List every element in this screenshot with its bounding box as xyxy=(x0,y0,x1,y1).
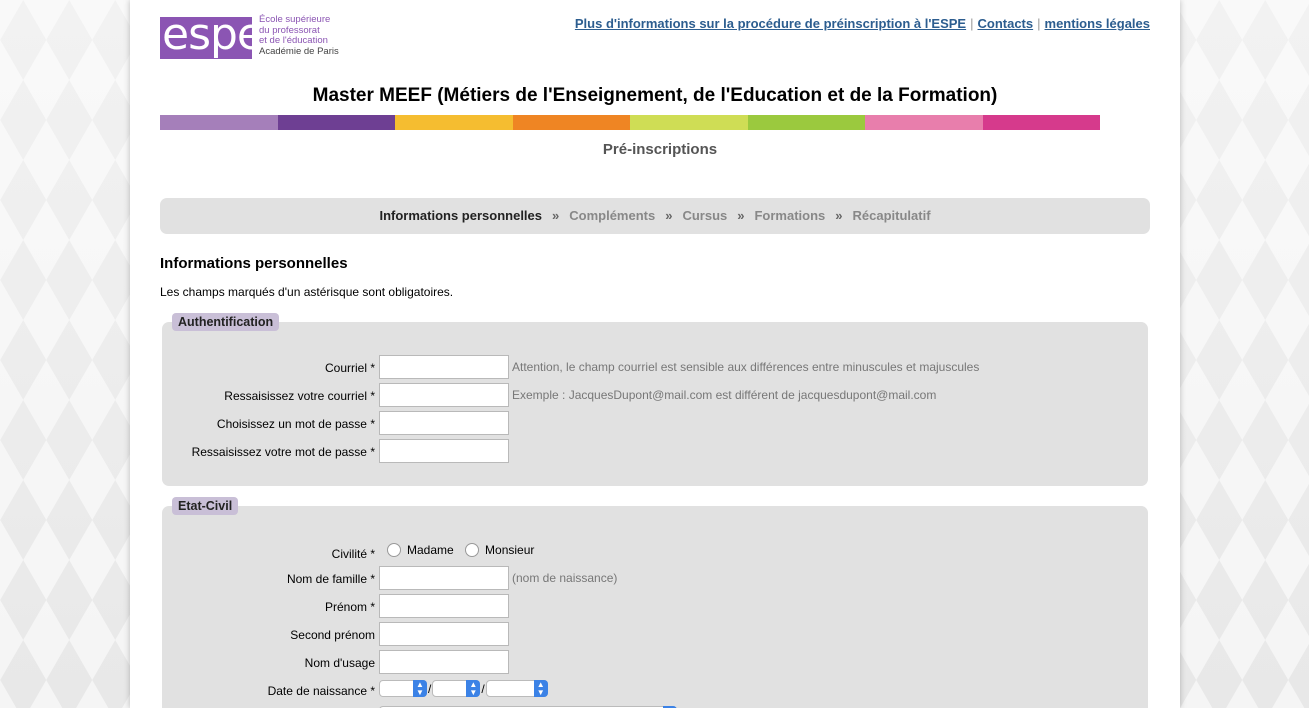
chevron-updown-icon: ▲ ▼ xyxy=(466,680,481,697)
logo-line-1: École supérieure xyxy=(259,14,331,25)
family-name-hint: (nom de naissance) xyxy=(512,571,618,585)
password-confirm-row: Ressaisissez votre mot de passe * xyxy=(162,439,1148,463)
logo-text: École supérieure du professorat et de l'… xyxy=(259,14,359,57)
madame-label[interactable]: Madame xyxy=(407,543,454,557)
color-bar-segment xyxy=(277,115,395,130)
step-separator: » xyxy=(835,208,843,223)
email-confirm-hint: Exemple : JacquesDupont@mail.com est dif… xyxy=(512,388,937,402)
step-breadcrumb: Informations personnelles » Compléments » Cu… xyxy=(160,198,1150,234)
family-name-row: Nom de famille * (nom de naissance) xyxy=(162,566,1148,590)
color-bar-segment xyxy=(630,115,748,130)
usage-name-label: Nom d'usage xyxy=(304,656,375,670)
authentication-fieldset: Authentification Courriel * Attention, l… xyxy=(162,313,1148,486)
usage-name-row: Nom d'usage xyxy=(162,650,1148,674)
chevron-updown-icon: ▲ ▼ xyxy=(533,680,548,697)
logo-line-3: et de l'éducation xyxy=(259,35,328,46)
birth-year-select[interactable]: ▲ ▼ xyxy=(485,680,548,697)
section-title: Informations personnelles xyxy=(160,255,348,272)
page-container: espe École supérieure du professorat et … xyxy=(130,0,1180,708)
email-label: Courriel * xyxy=(324,361,375,375)
step-complements: Compléments xyxy=(569,208,656,223)
color-bar-segment xyxy=(512,115,630,130)
monsieur-label[interactable]: Monsieur xyxy=(485,543,534,557)
usage-name-field[interactable] xyxy=(379,650,509,674)
info-link[interactable]: Plus d'informations sur la procédure de … xyxy=(575,16,966,31)
color-bar xyxy=(160,115,1100,130)
birth-date-row: Date de naissance * ▲ ▼ / ▲ ▼ / ▲ ▼ xyxy=(162,678,1148,702)
link-separator: | xyxy=(1037,16,1041,31)
civil-status-legend: Etat-Civil xyxy=(172,497,239,515)
date-separator: / xyxy=(481,681,485,696)
birth-date-selects: ▲ ▼ / ▲ ▼ / ▲ ▼ xyxy=(379,680,548,697)
logo-academy: Académie de Paris xyxy=(259,45,339,57)
family-name-field[interactable] xyxy=(379,566,509,590)
password-confirm-label: Ressaisissez votre mot de passe * xyxy=(191,445,375,459)
birth-month-select[interactable]: ▲ ▼ xyxy=(432,680,481,697)
color-bar-segment xyxy=(160,115,278,130)
civility-radio-group: Madame Monsieur xyxy=(387,543,542,557)
password-label: Choisissez un mot de passe * xyxy=(216,417,375,431)
espe-logo[interactable]: espe École supérieure du professorat et … xyxy=(160,14,350,61)
color-bar-segment xyxy=(865,115,983,130)
required-fields-note: Les champs marqués d'un astérisque sont … xyxy=(160,285,454,299)
email-hint: Attention, le champ courriel est sensibl… xyxy=(512,360,980,374)
email-confirm-field[interactable] xyxy=(379,383,509,407)
legal-notice-link[interactable]: mentions légales xyxy=(1045,16,1150,31)
password-row: Choisissez un mot de passe * xyxy=(162,411,1148,435)
second-first-name-row: Second prénom xyxy=(162,622,1148,646)
page-title: Master MEEF (Métiers de l'Enseignement, … xyxy=(312,85,998,106)
color-bar-segment xyxy=(747,115,865,130)
password-field[interactable] xyxy=(379,411,509,435)
birth-day-select[interactable]: ▲ ▼ xyxy=(379,680,427,697)
contacts-link[interactable]: Contacts xyxy=(978,16,1034,31)
civil-status-fieldset: Etat-Civil Civilité * Madame Monsieur No… xyxy=(162,497,1148,708)
monsieur-radio[interactable] xyxy=(465,543,480,557)
chevron-updown-icon: ▲ ▼ xyxy=(413,680,427,697)
date-separator: / xyxy=(428,681,432,696)
second-first-name-field[interactable] xyxy=(379,622,509,646)
civility-label: Civilité * xyxy=(331,547,375,561)
email-row: Courriel * Attention, le champ courriel … xyxy=(162,355,1148,379)
email-confirm-row: Ressaisissez votre courriel * Exemple : … xyxy=(162,383,1148,407)
password-confirm-field[interactable] xyxy=(379,439,509,463)
second-first-name-label: Second prénom xyxy=(290,628,375,642)
step-formations: Formations xyxy=(754,208,826,223)
email-field[interactable] xyxy=(379,355,509,379)
step-separator: » xyxy=(552,208,560,223)
color-bar-segment xyxy=(395,115,513,130)
authentication-legend: Authentification xyxy=(172,313,280,331)
family-name-label: Nom de famille * xyxy=(286,572,375,586)
step-informations: Informations personnelles xyxy=(379,208,543,223)
first-name-row: Prénom * xyxy=(162,594,1148,618)
birth-date-label: Date de naissance * xyxy=(267,684,375,698)
first-name-field[interactable] xyxy=(379,594,509,618)
logo-wordmark: espe xyxy=(160,17,252,59)
email-confirm-label: Ressaisissez votre courriel * xyxy=(224,389,375,403)
next-select-row xyxy=(162,704,1148,708)
step-recapitulatif: Récapitulatif xyxy=(852,208,931,223)
header-links: Plus d'informations sur la procédure de … xyxy=(575,16,1150,31)
page-subtitle: Pré-inscriptions xyxy=(602,141,718,158)
first-name-label: Prénom * xyxy=(324,600,375,614)
step-cursus: Cursus xyxy=(682,208,728,223)
step-separator: » xyxy=(737,208,745,223)
color-bar-segment xyxy=(982,115,1100,130)
madame-radio[interactable] xyxy=(387,543,401,557)
step-separator: » xyxy=(665,208,673,223)
link-separator: | xyxy=(970,16,974,31)
civility-row: Civilité * Madame Monsieur xyxy=(162,541,1148,565)
